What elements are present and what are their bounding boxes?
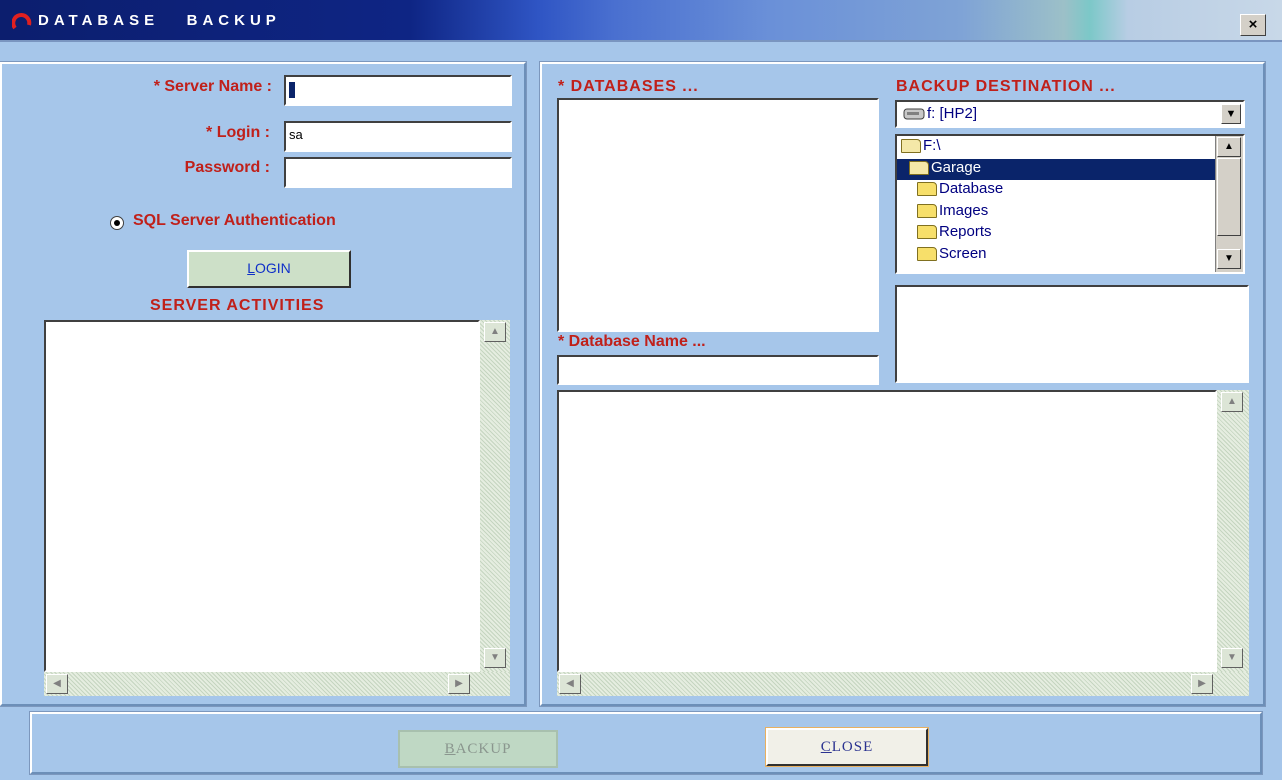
drive-value: f: [HP2] bbox=[927, 105, 978, 122]
scroll-thumb[interactable] bbox=[1217, 158, 1241, 236]
login-button[interactable]: LOGIN bbox=[187, 250, 351, 288]
folder-icon bbox=[917, 203, 937, 218]
window-title: DATABASE BACKUP bbox=[38, 12, 281, 29]
databases-list[interactable] bbox=[557, 98, 879, 332]
databases-title: * DATABASES ... bbox=[558, 78, 699, 95]
footer-panel bbox=[29, 711, 1263, 775]
app-logo-icon bbox=[12, 13, 32, 30]
window-close-button[interactable]: × bbox=[1240, 14, 1266, 36]
scroll-right-icon[interactable]: ▶ bbox=[1191, 674, 1213, 694]
backup-button-rest: ACKUP bbox=[455, 741, 512, 757]
scroll-down-icon[interactable]: ▼ bbox=[1221, 648, 1243, 668]
folder-name: Screen bbox=[939, 244, 987, 262]
close-icon: × bbox=[1248, 16, 1258, 33]
backup-button[interactable]: BACKUP bbox=[398, 730, 558, 768]
folder-icon bbox=[917, 182, 937, 197]
folder-name: Images bbox=[939, 201, 989, 219]
folder-name: Database bbox=[939, 180, 1004, 197]
destination-file-box[interactable] bbox=[895, 285, 1249, 383]
folder-tree-scrollbar[interactable]: ▲ ▼ bbox=[1215, 136, 1243, 272]
chevron-down-icon[interactable]: ▼ bbox=[1221, 104, 1241, 124]
folder-item[interactable]: Database bbox=[897, 180, 1003, 201]
folder-icon bbox=[917, 225, 937, 240]
scroll-left-icon[interactable]: ◀ bbox=[559, 674, 581, 694]
folder-icon bbox=[917, 246, 937, 261]
activities-horizontal-scrollbar[interactable]: ◀ ▶ bbox=[44, 672, 510, 696]
backup-log-vertical-scrollbar[interactable]: ▲ ▼ bbox=[1217, 390, 1249, 672]
login-label: * Login : bbox=[206, 124, 270, 141]
database-name-input[interactable] bbox=[557, 355, 879, 385]
backup-log-horizontal-scrollbar[interactable]: ◀ ▶ bbox=[557, 672, 1249, 696]
password-label: Password : bbox=[184, 159, 270, 176]
server-name-label: * Server Name : bbox=[153, 78, 272, 95]
folder-name: Garage bbox=[931, 158, 982, 176]
activities-vertical-scrollbar[interactable]: ▲ ▼ bbox=[480, 320, 510, 672]
folder-name: Reports bbox=[939, 223, 992, 240]
scroll-left-icon[interactable]: ◀ bbox=[46, 674, 68, 694]
scroll-up-icon[interactable]: ▲ bbox=[1217, 137, 1241, 157]
folder-tree[interactable]: F:\ Garage Database Images Reports Screen ▲ ▼ bbox=[895, 134, 1245, 274]
server-name-input[interactable] bbox=[284, 75, 512, 106]
hard-drive-icon bbox=[903, 108, 925, 120]
folder-item[interactable]: F:\ bbox=[897, 137, 941, 158]
server-activities-log[interactable] bbox=[44, 320, 480, 672]
login-button-rest: OGIN bbox=[255, 260, 291, 276]
scroll-right-icon[interactable]: ▶ bbox=[448, 674, 470, 694]
backup-destination-title: BACKUP DESTINATION ... bbox=[896, 78, 1116, 95]
backup-log[interactable] bbox=[557, 390, 1217, 672]
folder-item[interactable]: Reports bbox=[897, 223, 992, 244]
sql-auth-radio[interactable] bbox=[110, 216, 124, 230]
folder-name: F:\ bbox=[923, 137, 941, 154]
scroll-down-icon[interactable]: ▼ bbox=[484, 648, 506, 668]
drive-select[interactable]: f: [HP2] ▼ bbox=[895, 100, 1245, 128]
sql-auth-label[interactable]: SQL Server Authentication bbox=[133, 212, 336, 230]
title-bar: DATABASE BACKUP × bbox=[0, 0, 1282, 42]
scroll-up-icon[interactable]: ▲ bbox=[484, 322, 506, 342]
database-name-label: * Database Name ... bbox=[558, 333, 706, 350]
server-activities-title: SERVER ACTIVITIES bbox=[150, 297, 325, 314]
scroll-up-icon[interactable]: ▲ bbox=[1221, 392, 1243, 412]
open-folder-icon bbox=[901, 139, 921, 154]
login-input[interactable]: sa bbox=[284, 121, 512, 152]
scroll-down-icon[interactable]: ▼ bbox=[1217, 249, 1241, 269]
close-button[interactable]: CLOSE bbox=[765, 727, 929, 767]
password-input[interactable] bbox=[284, 157, 512, 188]
folder-item[interactable]: Images bbox=[897, 202, 988, 223]
folder-item[interactable]: Garage bbox=[897, 158, 1215, 180]
close-button-rest: LOSE bbox=[831, 739, 874, 755]
text-caret bbox=[289, 81, 295, 98]
open-folder-icon bbox=[909, 160, 929, 175]
folder-item[interactable]: Screen bbox=[897, 245, 987, 266]
